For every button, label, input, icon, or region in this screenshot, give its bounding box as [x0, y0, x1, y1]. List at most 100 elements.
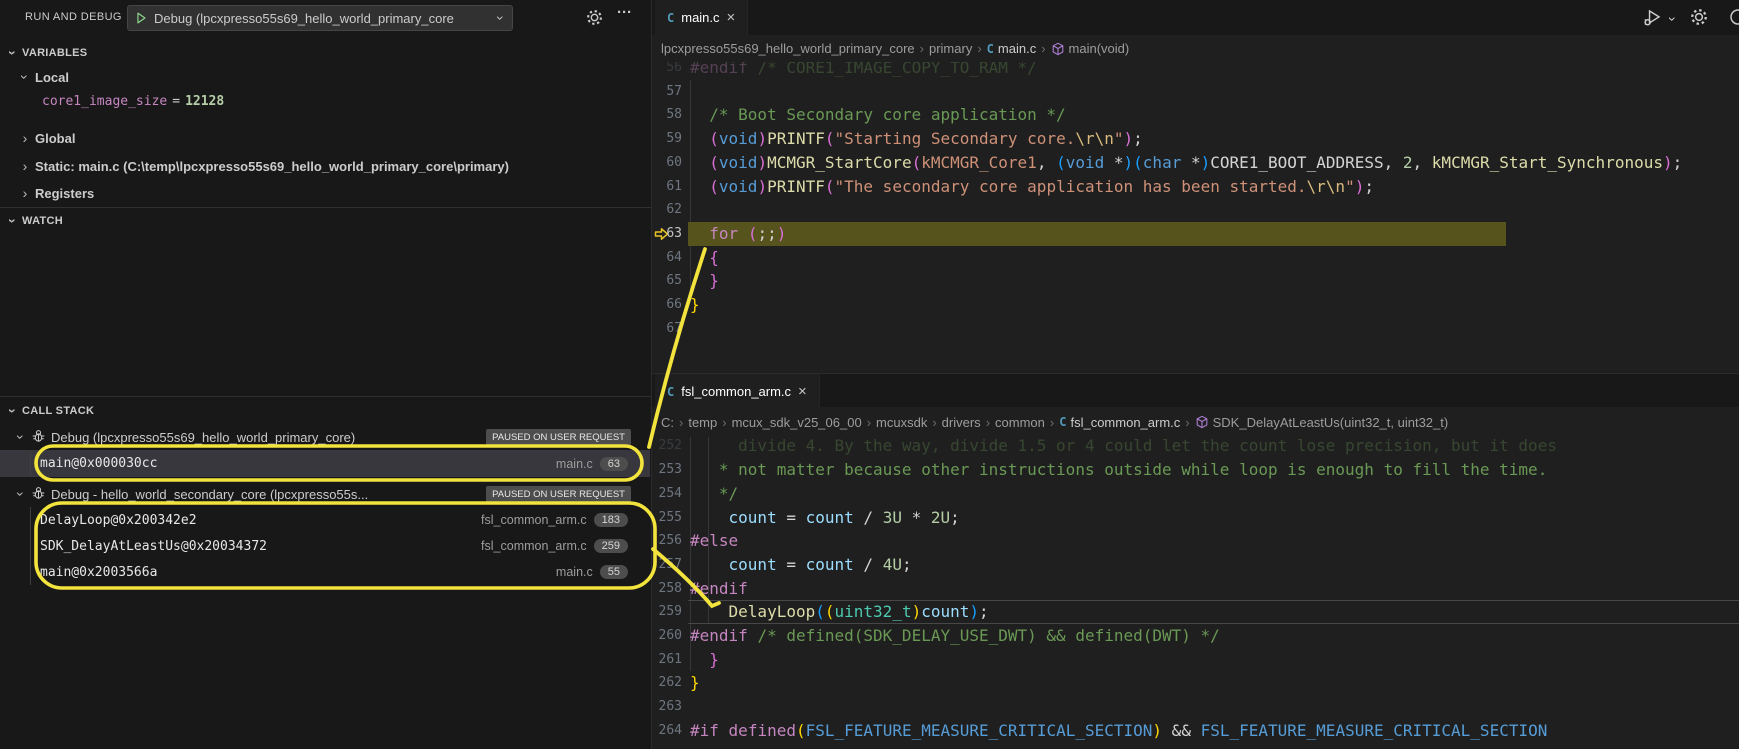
variables-registers-row[interactable]: › Registers [20, 181, 94, 205]
line-number: 61 [652, 175, 682, 199]
stack-frame-main-secondary[interactable]: main@0x2003566a main.c 55 [0, 559, 650, 585]
code-line-256[interactable]: 256#else [652, 529, 1739, 553]
code-line-57[interactable]: 57 [652, 80, 1739, 104]
code-line-260[interactable]: 260#endif /* defined(SDK_DELAY_USE_DWT) … [652, 624, 1739, 648]
code-text: } [690, 269, 719, 293]
code-line-62[interactable]: 62 [652, 198, 1739, 222]
code-line-254[interactable]: 254 */ [652, 482, 1739, 506]
code-editor-fsl-common-arm-c[interactable]: 252 divide 4. By the way, divide 1.5 or … [652, 407, 1739, 749]
chevron-down-icon: › [14, 432, 28, 442]
tab-main-c[interactable]: C main.c × [655, 0, 748, 35]
code-line-65[interactable]: 65 } [652, 269, 1739, 293]
c-file-icon: C [667, 11, 674, 25]
breadcrumb-item[interactable]: mcux_sdk_v25_06_00 [732, 415, 862, 430]
code-line-264[interactable]: 264#if defined(FSL_FEATURE_MEASURE_CRITI… [652, 719, 1739, 743]
code-line-60[interactable]: 60 (void)MCMGR_StartCore(kMCMGR_Core1, (… [652, 151, 1739, 175]
variable-core1-image-size[interactable]: core1_image_size = 12128 [42, 89, 224, 113]
run-or-debug-icon[interactable] [1643, 8, 1662, 32]
breadcrumb-separator: › [932, 415, 936, 430]
stack-frame-sdk-delayatleastus[interactable]: SDK_DelayAtLeastUs@0x20034372 fsl_common… [0, 533, 650, 559]
close-icon[interactable]: × [727, 10, 736, 25]
code-line-261[interactable]: 261 } [652, 648, 1739, 672]
editor-tab-bar-bottom: C fsl_common_arm.c × [652, 373, 1739, 408]
code-line-259[interactable]: 259 DelayLoop((uint32_t)count); [652, 600, 1739, 624]
stack-frame-main-primary[interactable]: main@0x000030cc main.c 63 [0, 450, 650, 477]
line-number: 57 [652, 80, 682, 104]
line-number: 59 [652, 127, 682, 151]
more-actions-icon[interactable]: ··· [617, 4, 632, 21]
code-line-63[interactable]: 63 for (;;) [652, 222, 1739, 246]
variables-global-row[interactable]: › Global [20, 126, 75, 150]
code-line-263[interactable]: 263 [652, 695, 1739, 719]
code-line-64[interactable]: 64 { [652, 246, 1739, 270]
code-line-58[interactable]: 58 /* Boot Secondary core application */ [652, 103, 1739, 127]
debug-config-dropdown[interactable]: Debug (lpcxpresso55s69_hello_world_prima… [127, 5, 513, 31]
code-line-262[interactable]: 262} [652, 671, 1739, 695]
breadcrumb-item[interactable]: main(void) [1069, 41, 1130, 56]
breadcrumb-item[interactable]: primary [929, 41, 972, 56]
breadcrumb-item[interactable]: C: [661, 415, 674, 430]
code-line-66[interactable]: 66} [652, 293, 1739, 317]
paused-badge: PAUSED ON USER REQUEST [486, 429, 631, 446]
code-line-67[interactable]: 67 [652, 317, 1739, 341]
code-text: (void)MCMGR_StartCore(kMCMGR_Core1, (voi… [690, 151, 1682, 175]
breadcrumb-item[interactable]: SDK_DelayAtLeastUs(uint32_t, uint32_t) [1213, 415, 1449, 430]
breadcrumb-item[interactable]: drivers [942, 415, 981, 430]
code-text: (void)PRINTF("The secondary core applica… [690, 175, 1374, 199]
code-text: #if defined(FSL_FEATURE_MEASURE_CRITICAL… [690, 719, 1547, 743]
code-editor-main-c[interactable]: 56#endif /* CORE1_IMAGE_COPY_TO_RAM */57… [652, 35, 1739, 373]
breadcrumb-separator: › [679, 415, 683, 430]
clipped-action-icon[interactable] [1729, 8, 1739, 31]
line-number: 67 [652, 317, 682, 341]
stack-frame-delayloop[interactable]: DelayLoop@0x200342e2 fsl_common_arm.c 18… [0, 507, 650, 533]
callstack-thread-primary[interactable]: › Debug (lpcxpresso55s69_hello_world_pri… [16, 424, 651, 450]
code-text: { [690, 246, 719, 270]
breadcrumb-item[interactable]: common [995, 415, 1045, 430]
breadcrumb-separator: › [722, 415, 726, 430]
callstack-thread-secondary[interactable]: › Debug - hello_world_secondary_core (lp… [16, 481, 651, 507]
close-icon[interactable]: × [798, 384, 807, 399]
code-text: DelayLoop((uint32_t)count); [690, 600, 989, 624]
watch-section-header[interactable]: › WATCH [8, 212, 63, 230]
debug-config-label: Debug (lpcxpresso55s69_hello_world_prima… [154, 11, 496, 26]
line-number-badge: 259 [594, 539, 628, 553]
c-file-icon: C [987, 42, 994, 56]
tree-indent-guide [30, 507, 31, 585]
line-number-badge: 55 [600, 565, 628, 579]
code-line-257[interactable]: 257 count = count / 4U; [652, 553, 1739, 577]
code-text: (void)PRINTF("Starting Secondary core.\r… [690, 127, 1143, 151]
variables-section-header[interactable]: › VARIABLES [8, 44, 87, 62]
code-line-59[interactable]: 59 (void)PRINTF("Starting Secondary core… [652, 127, 1739, 151]
variables-local-row[interactable]: › Local [20, 65, 69, 89]
line-number: 256 [652, 529, 682, 553]
gear-icon[interactable] [1690, 8, 1708, 31]
code-line-252[interactable]: 252 divide 4. By the way, divide 1.5 or … [652, 434, 1739, 458]
code-text: } [690, 648, 719, 672]
gear-icon[interactable] [586, 9, 603, 31]
chevron-down-icon: › [6, 406, 20, 416]
run-and-debug-sidebar: RUN AND DEBUG Debug (lpcxpresso55s69_hel… [0, 0, 652, 749]
breadcrumb-item[interactable]: fsl_common_arm.c [1070, 415, 1180, 430]
code-line-258[interactable]: 258#endif [652, 577, 1739, 601]
line-number: 259 [652, 600, 682, 624]
breadcrumb-item[interactable]: mcuxsdk [876, 415, 927, 430]
tab-fsl-common-arm-c[interactable]: C fsl_common_arm.c × [655, 374, 820, 409]
breadcrumb-item[interactable]: main.c [998, 41, 1036, 56]
code-line-253[interactable]: 253 * not matter because other instructi… [652, 458, 1739, 482]
chevron-down-icon[interactable]: › [1666, 14, 1680, 24]
code-text: for (;;) [690, 222, 786, 246]
code-text: /* Boot Secondary core application */ [690, 103, 1066, 127]
line-number: 60 [652, 151, 682, 175]
callstack-section-header[interactable]: › CALL STACK [8, 402, 94, 420]
play-icon [134, 11, 148, 25]
breadcrumb-separator: › [1185, 415, 1189, 430]
variables-static-row[interactable]: › Static: main.c (C:\temp\lpcxpresso55s6… [20, 154, 509, 178]
breadcrumb-item[interactable]: temp [688, 415, 717, 430]
code-text: } [690, 293, 700, 317]
code-text: } [690, 671, 700, 695]
code-line-255[interactable]: 255 count = count / 3U * 2U; [652, 506, 1739, 530]
breadcrumb-item[interactable]: lpcxpresso55s69_hello_world_primary_core [661, 41, 915, 56]
panel-title: RUN AND DEBUG [25, 11, 122, 23]
code-text: * not matter because other instructions … [690, 458, 1547, 482]
code-line-61[interactable]: 61 (void)PRINTF("The secondary core appl… [652, 175, 1739, 199]
